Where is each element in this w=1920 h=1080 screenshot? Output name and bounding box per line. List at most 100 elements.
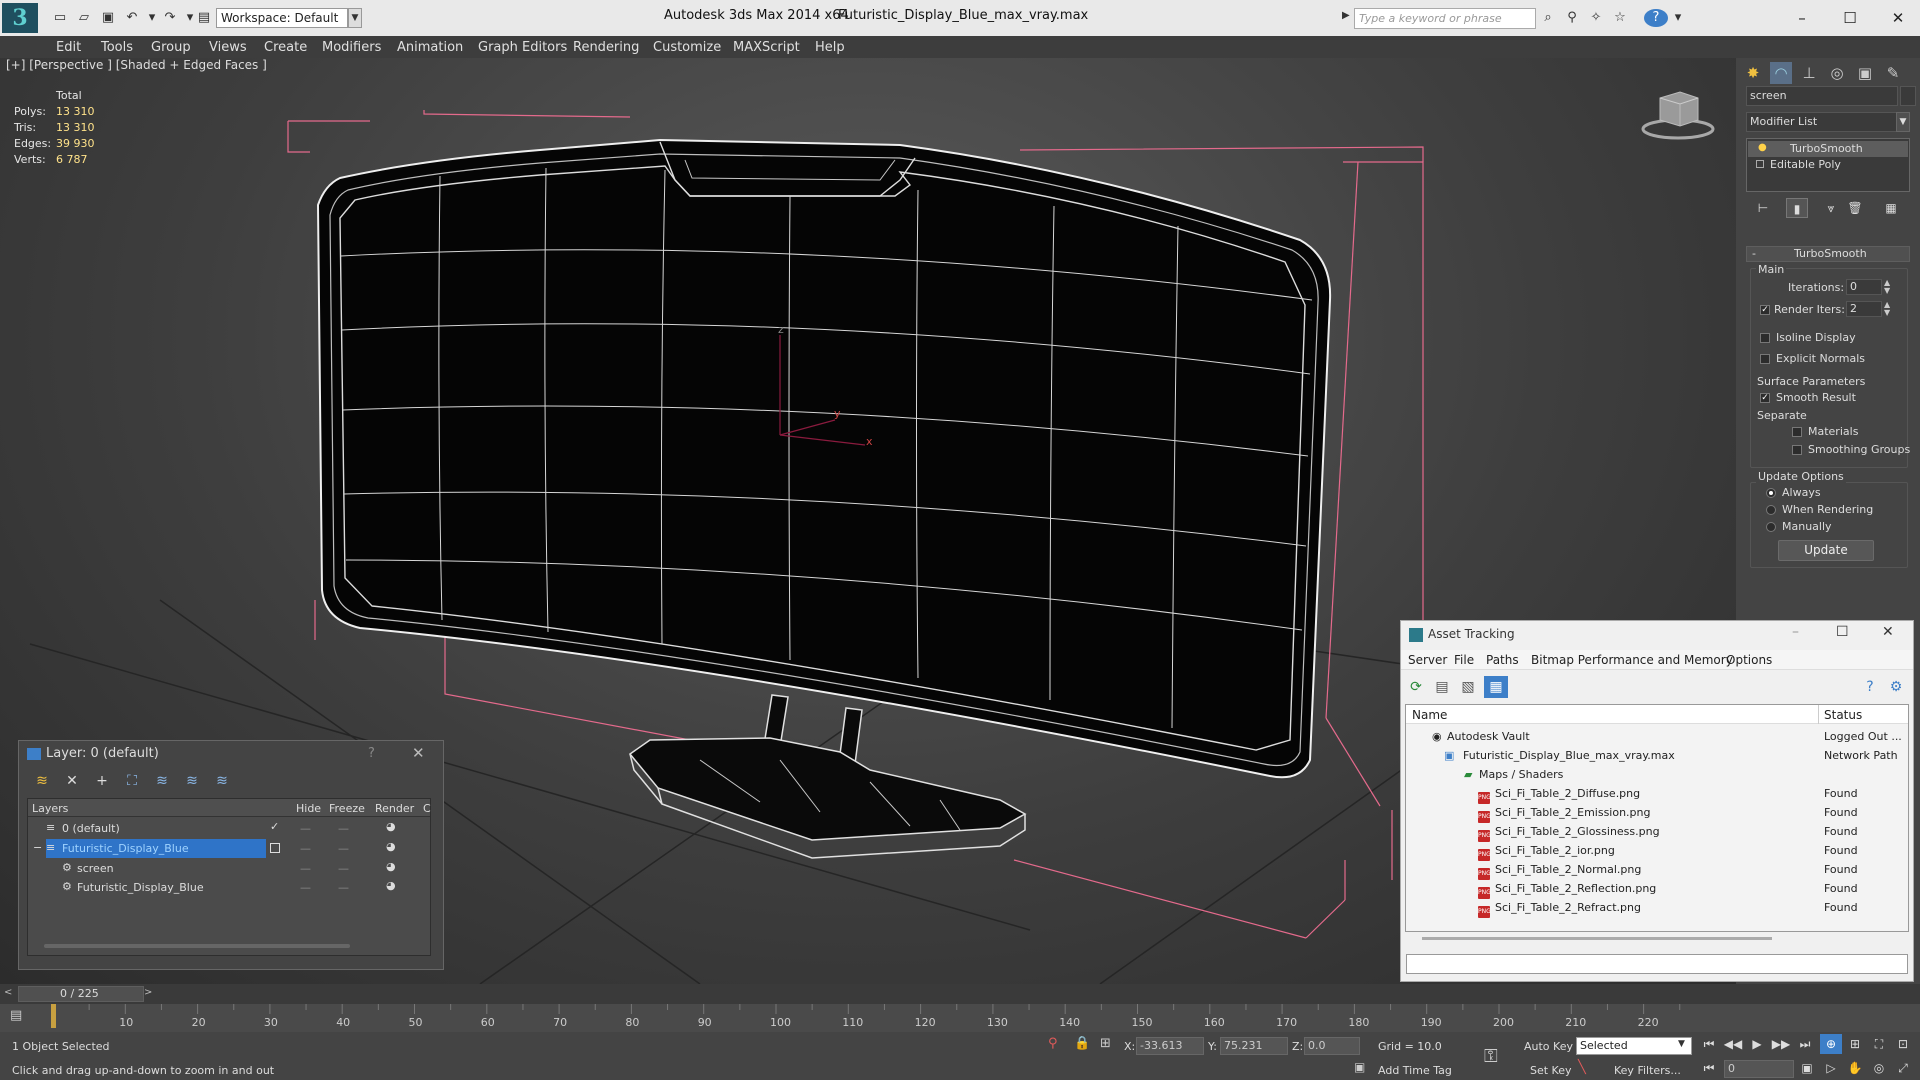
update-button[interactable]: Update [1778,540,1874,561]
help-icon[interactable]: ? [1644,9,1668,27]
isoline-display-checkbox[interactable] [1760,333,1770,343]
freeze-toggle[interactable]: — [338,842,349,855]
hide-toggle[interactable]: — [300,862,311,875]
play-icon[interactable]: ▶ [1746,1034,1768,1054]
menu-customize[interactable]: Customize [653,40,721,55]
freeze-unfreeze-icon[interactable]: ≋ [210,770,234,792]
asset-menu-bitmap[interactable]: Bitmap Performance and Memory [1531,653,1733,667]
configure-modifier-sets-icon[interactable]: ▦ [1880,198,1902,218]
auto-key-button[interactable]: Auto Key [1524,1040,1573,1053]
highlight-layer-icon[interactable]: ≋ [150,770,174,792]
smoothing-groups-checkbox[interactable] [1792,445,1802,455]
stack-item-turbosmooth[interactable]: TurboSmooth [1790,142,1863,155]
utilities-tab-icon[interactable]: ✎ [1882,62,1904,84]
prev-frame-icon[interactable]: < [4,987,12,998]
make-unique-icon[interactable]: ⩔ [1820,198,1842,218]
time-cursor[interactable] [51,1004,56,1028]
asset-settings-icon[interactable]: ⚙ [1884,676,1908,698]
delete-layer-icon[interactable]: ✕ [60,770,84,792]
viewport-label[interactable]: [+] [Perspective ] [Shaded + Edged Faces… [6,58,267,72]
next-frame-icon[interactable]: > [144,987,152,998]
workspace-dropdown[interactable]: Workspace: Default [216,8,348,28]
pan-view-icon[interactable]: ✋ [1844,1058,1866,1078]
open-file-icon[interactable]: ▱ [74,9,94,27]
col-status[interactable]: Status [1824,708,1862,722]
col-freeze[interactable]: Freeze [329,802,365,815]
modifier-list-dropdown[interactable]: Modifier List [1746,112,1906,132]
table-view-icon[interactable]: ▦ [1484,676,1508,698]
time-tag-icon[interactable]: ▣ [1354,1060,1365,1074]
viewcube-icon[interactable] [1641,91,1715,140]
teapot-render-icon[interactable]: ◕ [386,840,396,853]
menu-group[interactable]: Group [151,40,191,55]
render-iters-checkbox[interactable]: ✓ [1760,305,1770,315]
list-view-icon[interactable]: ▤ [1430,676,1454,698]
menu-create[interactable]: Create [264,40,307,55]
menu-animation[interactable]: Animation [397,40,463,55]
asset-path-field[interactable] [1406,954,1908,974]
key-mode-toggle-icon[interactable]: ⏮ [1698,1058,1720,1078]
asset-minimize-button[interactable]: – [1792,624,1799,640]
asset-maximize-button[interactable]: ☐ [1836,624,1849,640]
create-tab-icon[interactable]: ✸ [1742,62,1764,84]
create-layer-icon[interactable]: ≋ [30,770,54,792]
time-configuration-icon[interactable]: ▣ [1796,1058,1818,1078]
close-button[interactable]: ✕ [1878,5,1918,31]
search-expand-icon[interactable]: ▶ [1342,10,1350,21]
mini-curve-editor-icon[interactable]: ▤ [10,1008,34,1026]
menu-edit[interactable]: Edit [56,40,81,55]
asset-menu-server[interactable]: Server [1408,653,1447,667]
menu-modifiers[interactable]: Modifiers [322,40,381,55]
asset-menu-paths[interactable]: Paths [1486,653,1519,667]
object-name-input[interactable]: screen [1746,86,1898,106]
asset-menu-options[interactable]: Options [1726,653,1772,667]
render-iters-spinner-icon[interactable]: ▲ ▼ [1884,301,1890,317]
column-divider[interactable] [1818,705,1819,724]
asset-row-maxfile[interactable]: ▣ Futuristic_Display_Blue_max_vray.max N… [1406,746,1908,765]
chevron-down-icon[interactable]: ▼ [348,8,362,28]
project-folder-icon[interactable]: ▤ [194,9,214,27]
selection-lock-icon[interactable]: 🔒 [1074,1036,1090,1051]
asset-row-png[interactable]: PNG Sci_Fi_Table_2_Reflection.png Found [1406,879,1908,899]
manually-radio[interactable] [1766,522,1776,532]
previous-frame-icon[interactable]: ◀◀ [1722,1034,1744,1054]
app-logo-icon[interactable]: 3 [2,3,38,33]
explicit-normals-checkbox[interactable] [1760,354,1770,364]
field-of-view-icon[interactable]: ▷ [1820,1058,1842,1078]
add-to-layer-icon[interactable]: + [90,770,114,792]
menu-help[interactable]: Help [815,40,845,55]
next-frame-button-icon[interactable]: ▶▶ [1770,1034,1792,1054]
go-to-start-icon[interactable]: ⏮ [1698,1034,1720,1054]
render-iters-input[interactable]: 2 [1846,301,1882,317]
modify-tab-icon[interactable]: ◠ [1770,62,1792,84]
always-radio[interactable] [1766,488,1776,498]
search-input[interactable]: Type a keyword or phrase [1354,8,1536,29]
set-key-button[interactable]: Set Key [1530,1064,1572,1077]
materials-checkbox[interactable] [1792,427,1802,437]
expand-box-icon[interactable] [1756,160,1764,168]
asset-row-png[interactable]: PNG Sci_Fi_Table_2_Glossiness.png Found [1406,822,1908,842]
show-end-result-icon[interactable]: ▮ [1786,198,1808,218]
lightbulb-icon[interactable]: ● [1758,142,1767,153]
save-icon[interactable]: ▣ [98,9,118,27]
hide-toggle[interactable]: — [300,842,311,855]
hide-unhide-icon[interactable]: ≋ [180,770,204,792]
y-coordinate-input[interactable]: 75.231 [1220,1037,1288,1055]
hide-toggle[interactable]: — [300,881,311,894]
teapot-render-icon[interactable]: ◕ [386,860,396,873]
current-frame-input[interactable]: 0 [1724,1060,1794,1078]
new-file-icon[interactable]: ▭ [50,9,70,27]
teapot-render-icon[interactable]: ◕ [386,820,396,833]
freeze-toggle[interactable]: — [338,822,349,835]
go-to-end-icon[interactable]: ⏭ [1794,1034,1816,1054]
asset-menu-file[interactable]: File [1454,653,1474,667]
motion-tab-icon[interactable]: ◎ [1826,62,1848,84]
smooth-result-checkbox[interactable]: ✓ [1760,393,1770,403]
x-coordinate-input[interactable]: -33.613 [1136,1037,1204,1055]
when-rendering-radio[interactable] [1766,505,1776,515]
set-key-icon[interactable]: ╲ [1578,1060,1586,1075]
col-layers[interactable]: Layers [32,802,68,815]
subscription-icon[interactable]: ⚲ [1562,9,1582,27]
isolate-selection-icon[interactable]: ⚲ [1048,1036,1058,1051]
maximize-button[interactable]: ☐ [1830,5,1870,31]
